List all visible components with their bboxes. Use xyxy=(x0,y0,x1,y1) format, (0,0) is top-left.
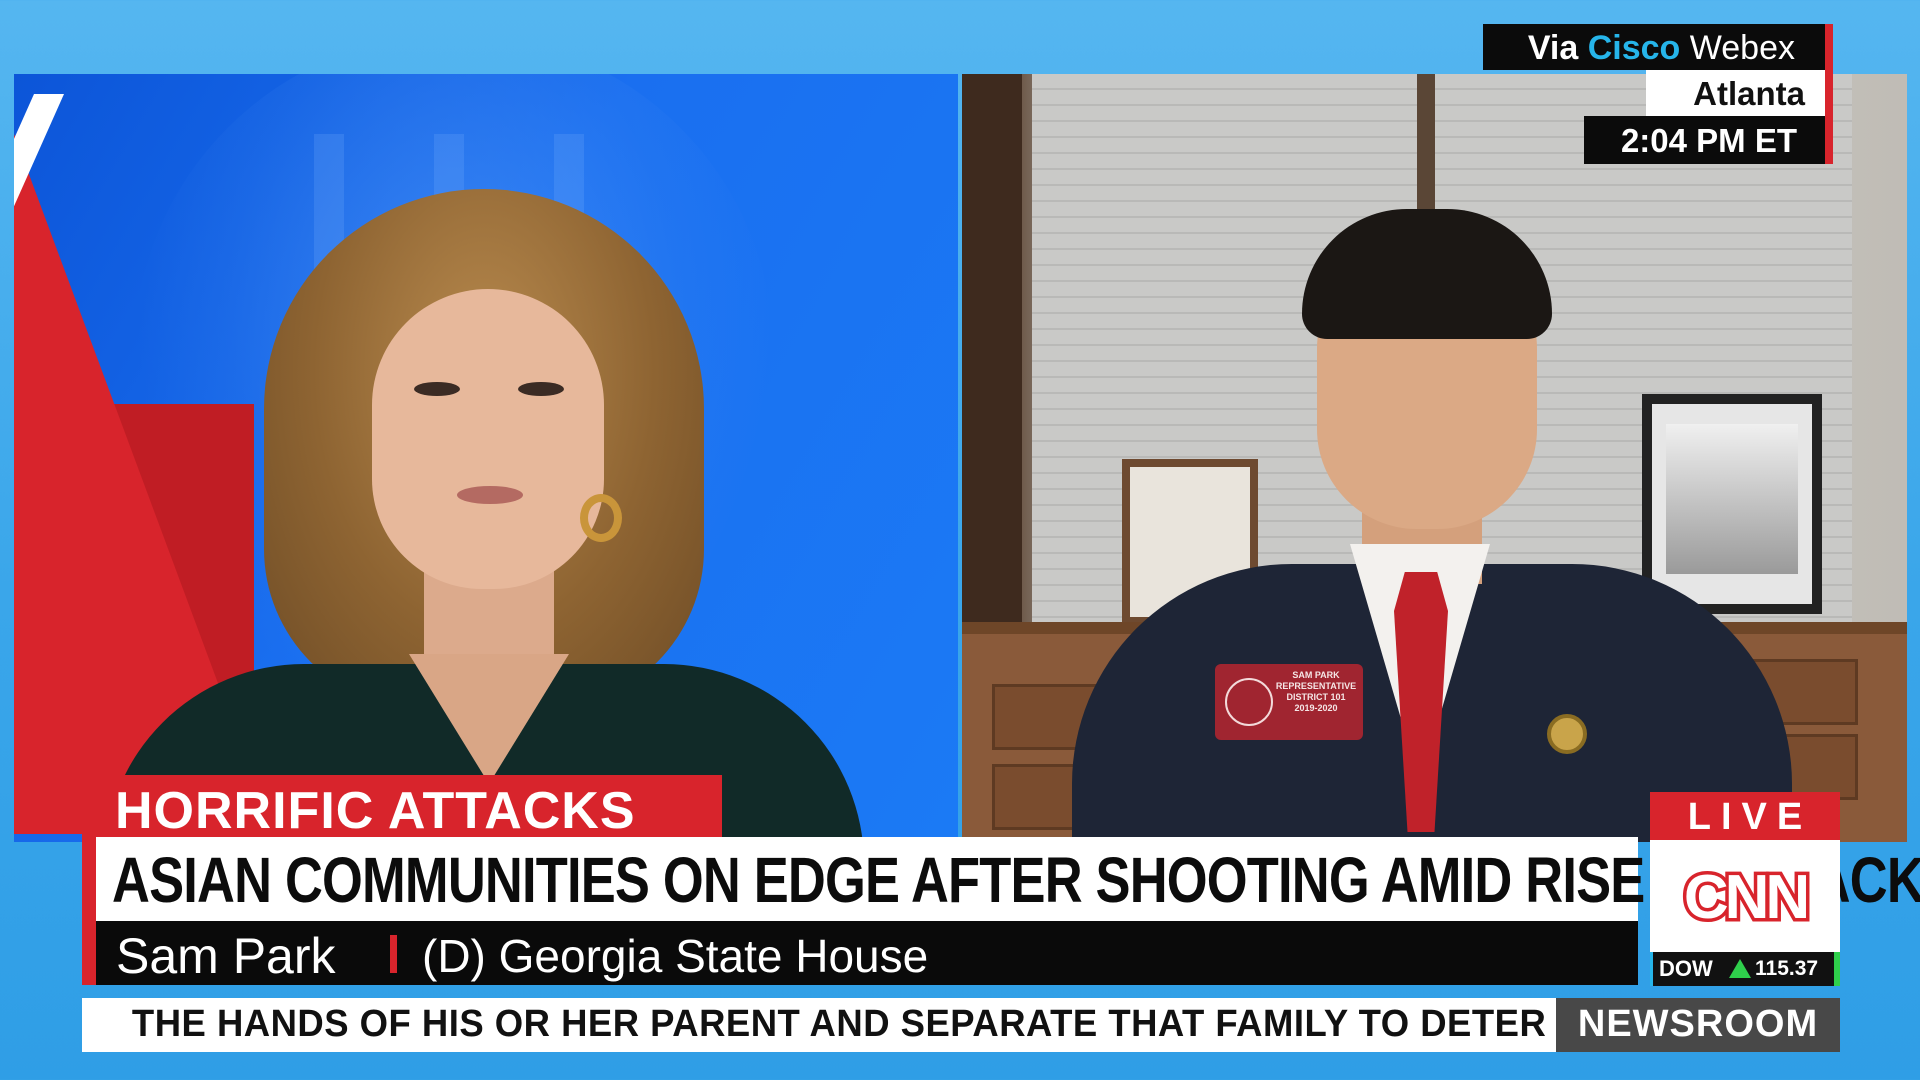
source-cisco: Cisco xyxy=(1587,29,1681,67)
frame-photo xyxy=(1666,424,1798,574)
anchor-face xyxy=(372,289,604,589)
headline-text: ASIAN COMMUNITIES ON EDGE AFTER SHOOTING… xyxy=(112,844,1920,916)
source-webex: Webex xyxy=(1689,29,1795,67)
arrow-up-icon xyxy=(1729,959,1751,978)
topic-tab: HORRIFIC ATTACKS xyxy=(82,775,722,840)
source-label: Via Cisco Webex xyxy=(1483,24,1833,70)
red-accent-bar xyxy=(82,837,96,921)
red-accent-bar xyxy=(82,921,96,985)
market-up-bar xyxy=(1834,952,1840,986)
anchor-eye xyxy=(414,382,460,396)
market-ticker: DOW 115.37 xyxy=(1650,952,1840,986)
news-ticker: THE HANDS OF HIS OR HER PARENT AND SEPAR… xyxy=(82,998,1556,1052)
nameplate-bar: Sam Park (D) Georgia State House xyxy=(82,921,1638,985)
anchor-eye xyxy=(518,382,564,396)
badge-line: DISTRICT 101 xyxy=(1286,692,1346,702)
anchor-video-panel xyxy=(14,74,958,842)
live-badge: LIVE xyxy=(1650,792,1840,840)
wall-picture-frame xyxy=(1642,394,1822,614)
source-text: Via Cisco Webex xyxy=(1528,29,1795,68)
source-via: Via xyxy=(1527,29,1579,67)
market-label: DOW xyxy=(1659,956,1713,981)
anchor-neckline xyxy=(409,654,569,784)
red-accent-bar xyxy=(1825,24,1833,70)
georgia-seal-icon xyxy=(1225,678,1273,726)
show-name-box: NEWSROOM xyxy=(1556,998,1840,1052)
red-accent-bar xyxy=(1825,116,1833,164)
guest-title: (D) Georgia State House xyxy=(422,930,929,982)
network-logo-box: CNN CNN xyxy=(1650,840,1840,952)
anchor-earring xyxy=(580,494,622,542)
badge-line: 2019-2020 xyxy=(1294,703,1338,713)
location-text: Atlanta xyxy=(1693,75,1805,112)
time-text: 2:04 PM ET xyxy=(1620,122,1797,159)
ticker-text: THE HANDS OF HIS OR HER PARENT AND SEPAR… xyxy=(131,1003,1546,1045)
guest-name: Sam Park xyxy=(116,928,336,984)
badge-line: REPRESENTATIVE xyxy=(1275,681,1357,691)
badge-text: SAM PARK REPRESENTATIVE DISTRICT 101 201… xyxy=(1273,670,1359,714)
cnn-logo-fill: CNN xyxy=(1684,863,1807,932)
cnn-logo-icon: CNN CNN xyxy=(1680,862,1814,932)
badge-name: SAM PARK xyxy=(1292,670,1340,680)
headline-bar: ASIAN COMMUNITIES ON EDGE AFTER SHOOTING… xyxy=(82,837,1920,921)
market-value: 115.37 xyxy=(1755,957,1819,980)
topic-text: HORRIFIC ATTACKS xyxy=(115,782,636,840)
show-name: NEWSROOM xyxy=(1577,1003,1819,1045)
live-text: LIVE xyxy=(1687,796,1813,838)
guest-video-panel: SAM PARK REPRESENTATIVE DISTRICT 101 201… xyxy=(962,74,1907,842)
location-label: Atlanta xyxy=(1646,70,1833,116)
guest-name-badge: SAM PARK REPRESENTATIVE DISTRICT 101 201… xyxy=(1215,664,1363,740)
red-accent-bar xyxy=(1825,70,1833,116)
lapel-pin xyxy=(1547,714,1587,754)
time-label: 2:04 PM ET xyxy=(1584,116,1833,164)
name-separator xyxy=(390,935,397,973)
anchor-lips xyxy=(457,486,523,504)
